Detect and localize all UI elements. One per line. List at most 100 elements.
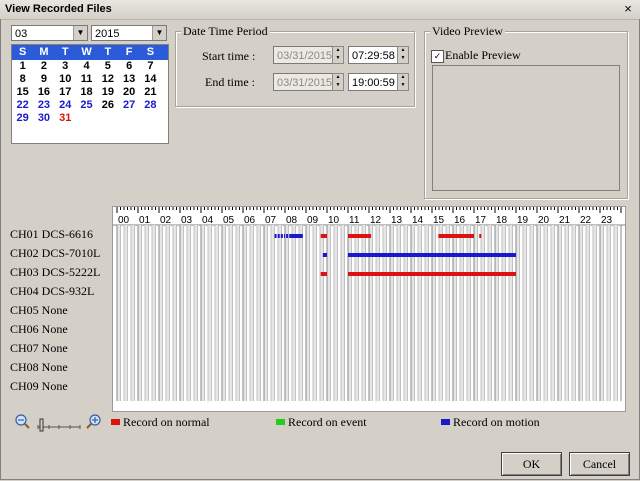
hour-label: 00 bbox=[118, 215, 130, 226]
calendar-day[interactable]: 30 bbox=[33, 112, 54, 125]
grid-shade bbox=[446, 225, 450, 401]
calendar-day[interactable]: 19 bbox=[97, 86, 118, 99]
grid-shade bbox=[460, 225, 464, 401]
grid-shade bbox=[593, 225, 597, 401]
calendar-day[interactable]: 10 bbox=[55, 73, 76, 86]
enable-preview-label[interactable]: Enable Preview bbox=[445, 48, 521, 63]
calendar-day[interactable]: 9 bbox=[33, 73, 54, 86]
calendar-day[interactable]: 8 bbox=[12, 73, 33, 86]
calendar-day[interactable]: 20 bbox=[118, 86, 139, 99]
zoom-slider[interactable] bbox=[37, 418, 81, 432]
spin-up-icon: ▲ bbox=[335, 75, 341, 80]
start-time-spinner[interactable]: ▲ ▼ bbox=[397, 46, 409, 64]
calendar-day[interactable]: 1 bbox=[12, 60, 33, 73]
calendar: S M T W T F S 1 2 3 4 5 6 7 8 9 10 11 12… bbox=[11, 44, 169, 144]
calendar-day[interactable]: 25 bbox=[76, 99, 97, 112]
start-time-field[interactable]: 07:29:58 bbox=[348, 46, 398, 64]
calendar-day[interactable]: 22 bbox=[12, 99, 33, 112]
grid-shade bbox=[418, 225, 422, 401]
grid-shade bbox=[327, 225, 331, 401]
chevron-down-icon[interactable]: ▼ bbox=[73, 26, 87, 40]
channel-label: CH05 None bbox=[10, 303, 68, 317]
calendar-day[interactable]: 15 bbox=[12, 86, 33, 99]
legend-event-label: Record on event bbox=[288, 415, 367, 429]
calendar-day[interactable]: 18 bbox=[76, 86, 97, 99]
grid-shade bbox=[145, 225, 149, 401]
channel-label: CH08 None bbox=[10, 360, 68, 374]
calendar-day[interactable]: 16 bbox=[33, 86, 54, 99]
grid-shade bbox=[383, 225, 387, 401]
zoom-control[interactable] bbox=[14, 413, 110, 433]
calendar-day[interactable]: 29 bbox=[12, 112, 33, 125]
calendar-day[interactable]: 2 bbox=[33, 60, 54, 73]
calendar-day[interactable]: 6 bbox=[118, 60, 139, 73]
calendar-day[interactable]: 4 bbox=[76, 60, 97, 73]
calendar-day[interactable]: 11 bbox=[76, 73, 97, 86]
zoom-out-icon[interactable] bbox=[15, 414, 30, 429]
calendar-day[interactable]: 27 bbox=[118, 99, 139, 112]
calendar-day[interactable]: 28 bbox=[140, 99, 161, 112]
recording-segment bbox=[280, 234, 283, 238]
cancel-button[interactable]: Cancel bbox=[569, 452, 630, 476]
calendar-day[interactable]: 7 bbox=[140, 60, 161, 73]
hour-label: 06 bbox=[244, 215, 256, 226]
calendar-day[interactable]: 21 bbox=[140, 86, 161, 99]
recording-segment bbox=[277, 234, 280, 238]
chevron-down-icon[interactable]: ▼ bbox=[152, 26, 166, 40]
calendar-day[interactable]: 14 bbox=[140, 73, 161, 86]
recording-segment bbox=[274, 234, 277, 238]
grid-shade bbox=[264, 225, 268, 401]
grid-shade bbox=[320, 225, 324, 401]
calendar-day[interactable]: 17 bbox=[55, 86, 76, 99]
year-select[interactable]: 2015 ▼ bbox=[91, 25, 167, 41]
hour-label: 04 bbox=[202, 215, 214, 226]
video-preview-area bbox=[432, 65, 620, 191]
grid-shade bbox=[271, 225, 275, 401]
end-time-spinner[interactable]: ▲ ▼ bbox=[397, 73, 409, 91]
calendar-day[interactable]: 24 bbox=[55, 99, 76, 112]
close-icon[interactable]: × bbox=[620, 2, 636, 16]
end-time-field[interactable]: 19:00:59 bbox=[348, 73, 398, 91]
zoom-in-icon[interactable] bbox=[86, 414, 101, 429]
spin-up-icon[interactable]: ▲ bbox=[398, 74, 408, 82]
channel-label: CH06 None bbox=[10, 322, 68, 336]
calendar-day-selected[interactable]: 31 bbox=[55, 112, 76, 125]
weekday-label: S bbox=[146, 46, 155, 58]
grid-shade bbox=[516, 225, 520, 401]
grid-shade bbox=[124, 225, 128, 401]
year-value: 2015 bbox=[95, 28, 120, 40]
spin-down-icon[interactable]: ▼ bbox=[398, 55, 408, 63]
calendar-day[interactable]: 5 bbox=[97, 60, 118, 73]
calendar-day[interactable]: 23 bbox=[33, 99, 54, 112]
channel-label: CH09 None bbox=[10, 379, 68, 393]
grid-shade bbox=[453, 225, 457, 401]
spin-up-icon: ▲ bbox=[335, 48, 341, 53]
end-date-field: 03/31/2015 bbox=[273, 73, 333, 91]
grid-shade bbox=[467, 225, 471, 401]
grid-shade bbox=[362, 225, 366, 401]
calendar-day bbox=[118, 112, 139, 125]
calendar-day[interactable]: 26 bbox=[97, 99, 118, 112]
grid-shade bbox=[600, 225, 604, 401]
slider-thumb[interactable] bbox=[39, 418, 44, 432]
calendar-day[interactable]: 3 bbox=[55, 60, 76, 73]
legend-event-swatch bbox=[276, 419, 285, 425]
end-date-spinner: ▲ ▼ bbox=[332, 73, 344, 91]
enable-preview-checkbox[interactable]: ✓ bbox=[431, 50, 444, 63]
spin-down-icon[interactable]: ▼ bbox=[398, 82, 408, 90]
grid-shade bbox=[537, 225, 541, 401]
calendar-day[interactable]: 12 bbox=[97, 73, 118, 86]
calendar-day[interactable]: 13 bbox=[118, 73, 139, 86]
legend-normal-label: Record on normal bbox=[123, 415, 210, 429]
hour-label: 03 bbox=[181, 215, 193, 226]
ok-button[interactable]: OK bbox=[501, 452, 562, 476]
hour-label: 10 bbox=[328, 215, 340, 226]
channel-label: CH02 DCS-7010L bbox=[10, 246, 101, 260]
video-preview-title: Video Preview bbox=[430, 24, 505, 39]
month-select[interactable]: 03 ▼ bbox=[11, 25, 88, 41]
legend-motion-swatch bbox=[441, 419, 450, 425]
spin-down-icon: ▼ bbox=[335, 56, 341, 61]
recording-timeline[interactable]: 00 01 02 03 04 05 06 07 08 09 10 11 12 13 14 15 16 17 18 19… bbox=[112, 206, 626, 412]
grid-shade bbox=[173, 225, 177, 401]
spin-up-icon[interactable]: ▲ bbox=[398, 47, 408, 55]
